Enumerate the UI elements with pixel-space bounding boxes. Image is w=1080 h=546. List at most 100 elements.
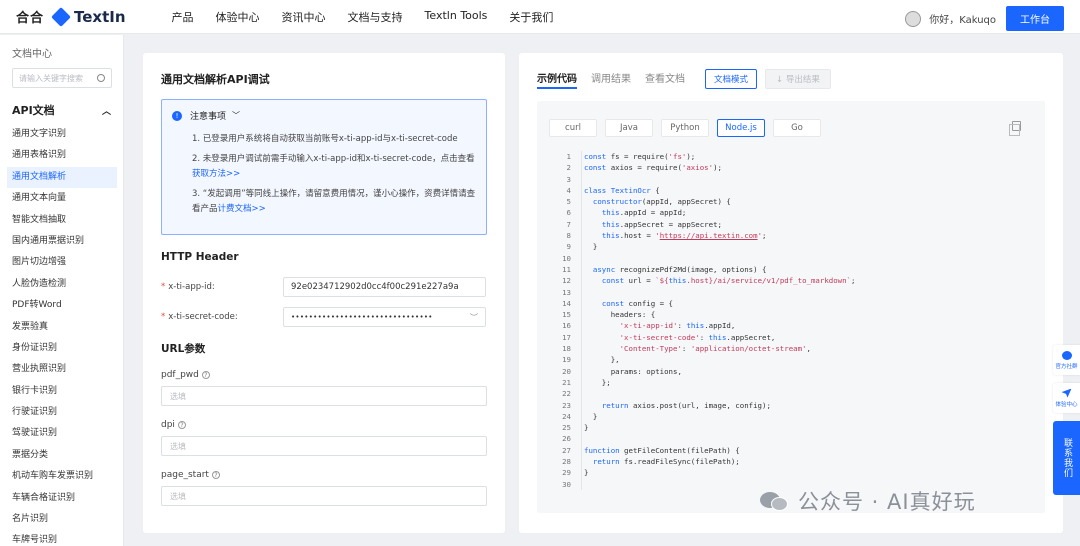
language-tab[interactable]: Node.js <box>717 119 765 137</box>
eye-icon[interactable]: ︶ <box>470 312 478 323</box>
code-token: const <box>601 298 625 308</box>
code-token: ); <box>713 163 722 173</box>
sidebar-item[interactable]: 票据分类 <box>7 445 117 466</box>
sidebar-item[interactable]: 银行卡识别 <box>7 381 117 402</box>
code-line: 7 this.appSecret = appSecret; <box>549 218 1033 231</box>
param-label: pdf_pwd? <box>161 370 487 380</box>
param-input-dpi[interactable]: 选填 <box>161 436 487 456</box>
sidebar-item[interactable]: 营业执照识别 <box>7 359 117 380</box>
code-line: 1 const fs = require('fs'); <box>549 151 1033 163</box>
nav-item[interactable]: 资讯中心 <box>282 9 326 25</box>
secret-code-input[interactable]: •••••••••••••••••••••••••••••••• ︶ <box>283 307 486 327</box>
code-line: 28 return fs.readFileSync(filePath); <box>549 456 1033 468</box>
sidebar-item[interactable]: 车牌号识别 <box>7 530 117 546</box>
sidebar-item[interactable]: 通用文本向量 <box>7 188 117 209</box>
http-header-title: HTTP Header <box>161 251 239 263</box>
export-button[interactable]: ↓ 导出结果 <box>765 69 831 89</box>
sidebar-item[interactable]: 图片切边增强 <box>7 252 117 273</box>
nav-item[interactable]: 体验中心 <box>216 9 260 25</box>
code-text: 'Content-Type': 'application/octet-strea… <box>581 343 811 355</box>
code-line: 5 constructor(appId, appSecret) { <box>549 196 1033 208</box>
code-line: 2 const axios = require('axios'); <box>549 162 1033 174</box>
line-number: 12 <box>562 276 571 286</box>
api-debug-panel: 通用文档解析API调试 ! 注意事项 ﹀ 1. 已登录用户系统将自动获取当前账号… <box>143 53 505 533</box>
sidebar-item[interactable]: PDF转Word <box>7 295 117 316</box>
notice-header[interactable]: ! 注意事项 ﹀ <box>172 109 476 122</box>
contact-us-button[interactable]: 联系我们 <box>1053 421 1080 495</box>
code-token: recognizePdf2Md(image, options) { <box>615 264 767 274</box>
sidebar-item[interactable]: 发票验真 <box>7 317 117 338</box>
help-icon[interactable]: ? <box>201 371 210 379</box>
doc-mode-button[interactable]: 文档模式 <box>705 69 758 89</box>
code-line: 27 function getFileContent(filePath) { <box>549 444 1033 457</box>
info-icon: ! <box>172 110 182 121</box>
search-input[interactable]: 请输入关键字搜索 <box>12 68 112 88</box>
sidebar-item[interactable]: 车辆合格证识别 <box>7 488 117 509</box>
code-token: headers: { <box>584 310 656 320</box>
tab-item[interactable]: 查看文档 <box>645 70 685 89</box>
help-icon[interactable]: ? <box>177 421 186 429</box>
sidebar-item[interactable]: 国内通用票据识别 <box>7 231 117 252</box>
sidebar-item[interactable]: 通用文档解析 <box>7 166 117 189</box>
user-greeting: 你好，Kakuqo <box>929 15 996 26</box>
code-text: function getFileContent(filePath) { <box>581 444 740 457</box>
notice-link[interactable]: 获取方法>> <box>192 169 240 179</box>
app-id-input[interactable]: 92e0234712902d0cc4f00c291e227a9a <box>283 277 486 297</box>
nav-item[interactable]: 产品 <box>172 9 194 25</box>
language-tab[interactable]: Python <box>661 119 709 137</box>
code-text <box>581 286 588 298</box>
copy-icon[interactable] <box>1009 121 1021 136</box>
code-token: config = { <box>624 298 674 308</box>
language-tab[interactable]: Java <box>605 119 653 137</box>
notice-link[interactable]: 计费文档>> <box>218 204 266 214</box>
sidebar-section-api[interactable]: API文档 ︿ <box>12 102 111 118</box>
code-text: }, <box>581 354 620 366</box>
code-text: constructor(appId, appSecret) { <box>581 196 731 208</box>
sidebar-item[interactable]: 智能文档抽取 <box>7 210 117 231</box>
sidebar-item[interactable]: 行驶证识别 <box>7 402 117 423</box>
sidebar-item[interactable]: 名片识别 <box>7 509 117 530</box>
code-text: class TextinOcr { <box>581 184 660 197</box>
sidebar-items: 通用文字识别 通用表格识别 通用文档解析 通用文本向量 智能文档抽取 国内通用票据识别 图片… <box>7 124 117 546</box>
param-input-page_start[interactable]: 选填 <box>161 486 487 506</box>
avatar[interactable] <box>905 10 922 27</box>
code-token: } <box>584 468 589 478</box>
language-tab[interactable]: curl <box>549 119 597 137</box>
sidebar-item[interactable]: 机动车购车发票识别 <box>7 466 117 487</box>
code-token: const <box>601 276 625 286</box>
tab-item[interactable]: 调用结果 <box>591 70 631 89</box>
sidebar-item[interactable]: 身份证识别 <box>7 338 117 359</box>
line-number: 21 <box>562 377 571 387</box>
language-tab[interactable]: Go <box>773 119 821 137</box>
sidebar-item[interactable]: 人脸伪造检测 <box>7 274 117 295</box>
nav-item[interactable]: 关于我们 <box>509 9 553 25</box>
sidebar-item[interactable]: 驾驶证识别 <box>7 423 117 444</box>
nav-item[interactable]: Textln Tools <box>425 9 488 25</box>
sidebar-item[interactable]: 通用表格识别 <box>7 145 117 166</box>
notice-text: 2. 未登录用户调试前需手动输入x-ti-app-id和x-ti-secret-… <box>192 154 475 164</box>
code-token: return <box>601 400 629 410</box>
logo[interactable]: 合合 TextIn <box>16 6 126 27</box>
top-nav-bar: 合合 TextIn 产品 体验中心 资讯中心 文档与支持 Textln Tools 关于我… <box>0 0 1080 34</box>
result-tabs: 示例代码 调用结果 查看文档 文档模式 ↓ 导出结果 <box>537 69 1045 89</box>
code-line: 17 'x-ti-secret-code': this.appSecret, <box>549 331 1033 344</box>
param-input-pdf_pwd[interactable]: 选填 <box>161 386 487 406</box>
experience-button[interactable]: 体验中心 <box>1053 383 1080 413</box>
nav-item[interactable]: 文档与支持 <box>348 9 403 25</box>
code-text <box>581 252 588 264</box>
code-token: https://api.textin.com <box>659 231 758 241</box>
code-line: 4 class TextinOcr { <box>549 184 1033 197</box>
code-token: } <box>584 423 589 433</box>
workbench-button[interactable]: 工作台 <box>1006 6 1064 31</box>
tab-item[interactable]: 示例代码 <box>537 70 577 89</box>
sidebar-item[interactable]: 通用文字识别 <box>7 124 117 145</box>
search-placeholder: 请输入关键字搜索 <box>19 73 83 83</box>
help-icon[interactable]: ? <box>211 471 220 479</box>
community-button[interactable]: 官方社群 <box>1053 345 1080 375</box>
code-text: this.appId = appId; <box>581 207 686 219</box>
experience-label: 体验中心 <box>1055 401 1078 408</box>
